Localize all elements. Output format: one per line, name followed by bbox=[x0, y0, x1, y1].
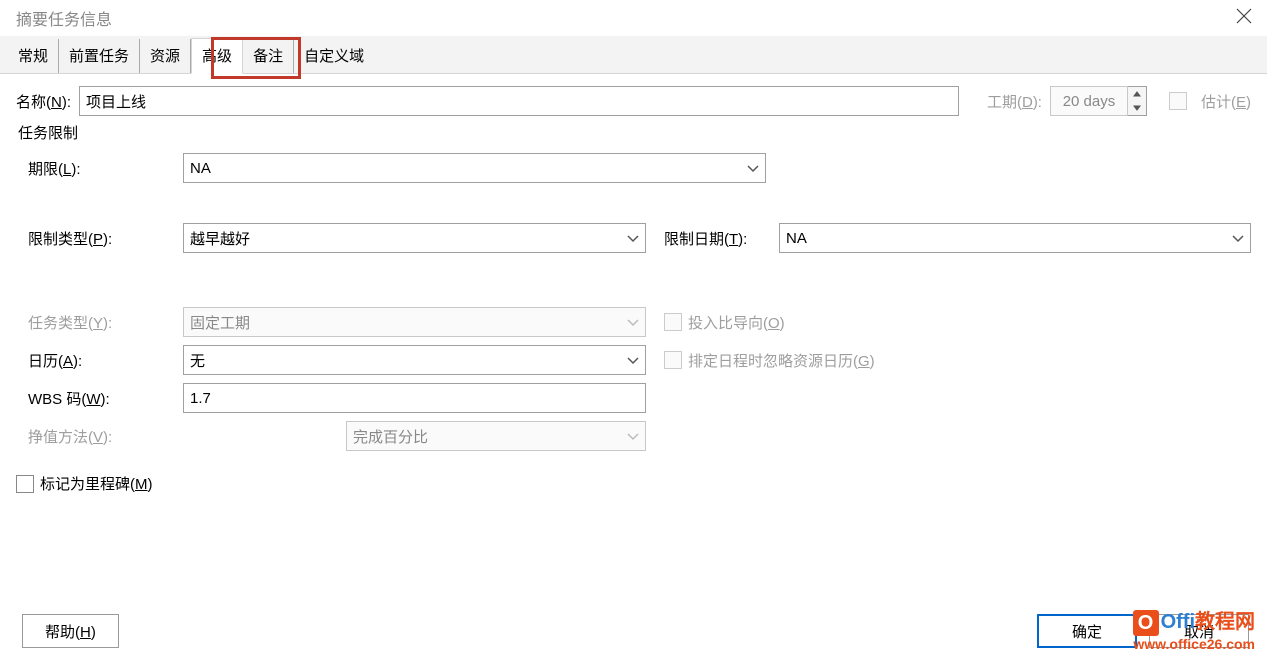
chevron-down-icon bbox=[627, 230, 639, 247]
name-label: 名称(N): bbox=[16, 91, 71, 112]
dialog-footer: 帮助(H) 确定 取消 bbox=[22, 614, 1249, 648]
titlebar: 摘要任务信息 bbox=[0, 0, 1267, 36]
estimate-checkbox bbox=[1169, 92, 1187, 110]
close-icon[interactable] bbox=[1231, 3, 1257, 34]
constraint-date-combo[interactable]: NA bbox=[779, 223, 1251, 253]
chevron-down-icon bbox=[747, 160, 759, 177]
deadline-combo[interactable]: NA bbox=[183, 153, 766, 183]
deadline-label: 期限(L): bbox=[28, 158, 183, 179]
name-input[interactable] bbox=[79, 86, 959, 116]
constraint-date-label: 限制日期(T): bbox=[664, 228, 779, 249]
calendar-label: 日历(A): bbox=[28, 350, 183, 371]
ignore-res-cal-checkbox bbox=[664, 351, 682, 369]
chevron-down-icon bbox=[627, 428, 639, 445]
help-button[interactable]: 帮助(H) bbox=[22, 614, 119, 648]
effort-driven-label: 投入比导向(O) bbox=[688, 312, 785, 333]
duration-label: 工期(D): bbox=[987, 91, 1042, 112]
constraint-type-combo[interactable]: 越早越好 bbox=[183, 223, 646, 253]
milestone-checkbox[interactable] bbox=[16, 475, 34, 493]
earned-value-label: 挣值方法(V): bbox=[28, 426, 346, 447]
cancel-button[interactable]: 取消 bbox=[1149, 614, 1249, 648]
estimate-label: 估计(E) bbox=[1201, 91, 1251, 112]
spinner-up-icon bbox=[1128, 87, 1146, 101]
ignore-res-cal-label: 排定日程时忽略资源日历(G) bbox=[688, 350, 875, 371]
tab-notes[interactable]: 备注 bbox=[243, 39, 294, 73]
section-task-constraint: 任务限制 bbox=[18, 122, 1251, 143]
tab-advanced[interactable]: 高级 bbox=[191, 38, 243, 74]
task-type-combo: 固定工期 bbox=[183, 307, 646, 337]
window-title: 摘要任务信息 bbox=[16, 6, 112, 30]
spinner-down-icon bbox=[1128, 101, 1146, 115]
milestone-label: 标记为里程碑(M) bbox=[40, 473, 153, 494]
effort-driven-checkbox bbox=[664, 313, 682, 331]
wbs-input[interactable] bbox=[183, 383, 646, 413]
chevron-down-icon bbox=[1232, 230, 1244, 247]
task-type-label: 任务类型(Y): bbox=[28, 312, 183, 333]
constraint-type-label: 限制类型(P): bbox=[28, 228, 183, 249]
chevron-down-icon bbox=[627, 314, 639, 331]
tab-custom-fields[interactable]: 自定义域 bbox=[294, 39, 374, 73]
earned-value-combo: 完成百分比 bbox=[346, 421, 646, 451]
chevron-down-icon bbox=[627, 352, 639, 369]
wbs-label: WBS 码(W): bbox=[28, 388, 183, 409]
ok-button[interactable]: 确定 bbox=[1037, 614, 1137, 648]
duration-input bbox=[1050, 86, 1128, 116]
calendar-combo[interactable]: 无 bbox=[183, 345, 646, 375]
tab-predecessors[interactable]: 前置任务 bbox=[59, 39, 140, 73]
tab-resources[interactable]: 资源 bbox=[140, 39, 191, 73]
tab-general[interactable]: 常规 bbox=[8, 39, 59, 73]
tab-bar: 常规 前置任务 资源 高级 备注 自定义域 bbox=[0, 36, 1267, 74]
duration-spinner bbox=[1050, 86, 1147, 116]
